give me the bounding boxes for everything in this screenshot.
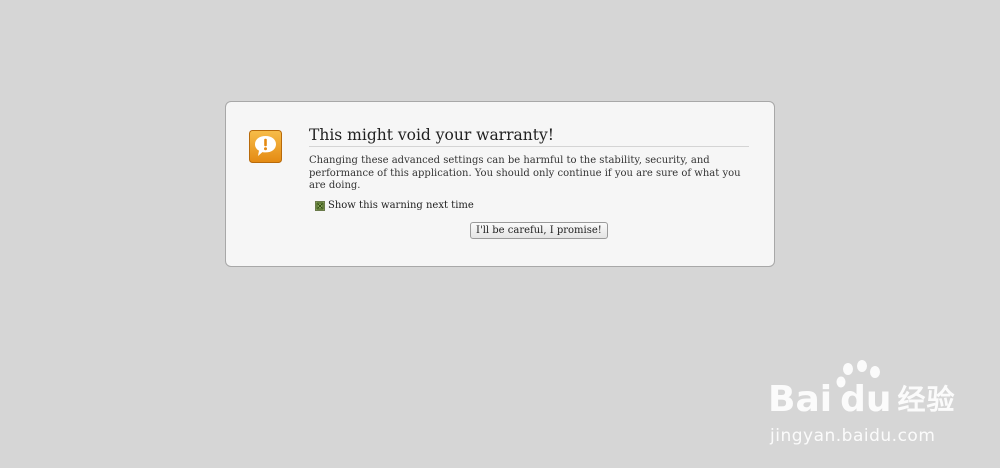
watermark-brand: Bai du 经验 [768,382,956,418]
watermark-brand-right: du [840,379,892,420]
watermark-url: jingyan.baidu.com [770,426,936,446]
baidu-jingyan-watermark: Bai du 经验 jingyan.baidu.com [768,360,958,460]
confirm-careful-button[interactable]: I'll be careful, I promise! [470,222,608,239]
dialog-title: This might void your warranty! [309,126,749,147]
warranty-warning-dialog: This might void your warranty! Changing … [225,101,775,267]
show-warning-label: Show this warning next time [328,200,474,211]
checkmark-icon [316,202,324,209]
speech-bubble-exclamation-icon [249,130,282,163]
show-warning-checkbox-row[interactable]: Show this warning next time [315,200,474,211]
page: This might void your warranty! Changing … [0,0,1000,468]
baidu-paw-logo-icon [836,360,880,388]
show-warning-checkbox[interactable] [315,200,325,211]
dialog-description: Changing these advanced settings can be … [309,155,741,191]
watermark-brand-cn: 经验 [897,383,956,416]
dialog-content: This might void your warranty! Changing … [309,126,749,193]
watermark-brand-left: Bai [768,379,833,420]
